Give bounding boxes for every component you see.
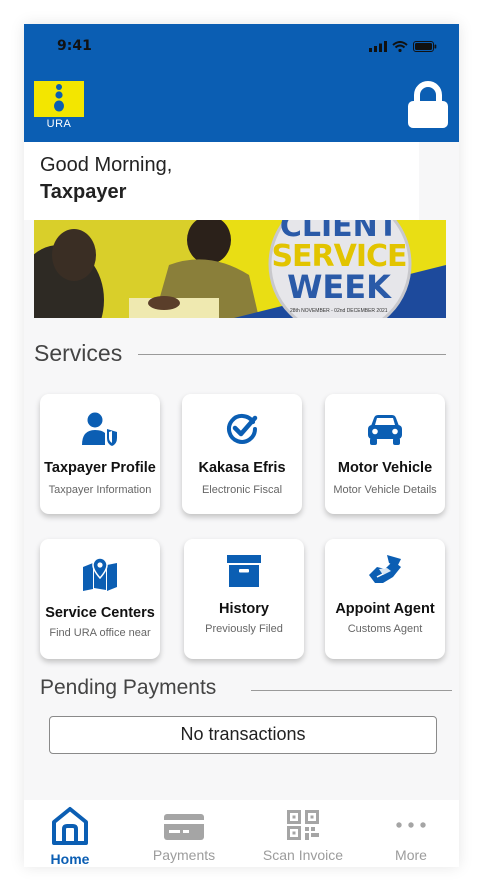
wifi-icon [392,41,408,52]
service-label: History [219,601,269,617]
status-time: 9:41 [57,38,92,54]
service-label: Service Centers [45,605,155,621]
service-service-centers[interactable]: Service Centers Find URA office near [40,539,160,659]
greeting-card: Good Morning, Taxpayer [24,142,419,220]
service-taxpayer-profile[interactable]: Taxpayer Profile Taxpayer Information [40,394,160,514]
app-screen: 9:41 URA Good Morning, Taxpayer CLIENT S… [24,24,459,867]
user-name: Taxpayer [40,181,127,203]
service-sub: Find URA office near [49,627,151,639]
logo-mark-icon [54,84,64,112]
service-label: Motor Vehicle [337,460,433,476]
pending-divider [251,690,452,691]
lock-icon [408,81,448,128]
service-sub: Previously Filed [205,623,283,635]
lock-button[interactable] [407,81,449,134]
greeting-text: Good Morning, [40,154,173,176]
service-appoint-agent[interactable]: Appoint Agent Customs Agent [325,539,445,659]
promo-banner[interactable]: CLIENT SERVICE WEEK 28th NOVEMBER - 02nd… [34,220,446,318]
service-motor-vehicle[interactable]: Motor Vehicle Motor Vehicle Details [325,394,445,514]
service-sub: Customs Agent [347,623,423,635]
credit-card-icon [134,814,234,840]
ura-logo: URA [34,81,84,131]
qr-code-icon [253,810,353,840]
check-circle-icon [182,412,302,446]
tab-more[interactable]: More [361,800,459,867]
map-pin-icon [40,557,160,591]
service-sub: Motor Vehicle Details [333,484,437,496]
status-bar: 9:41 [24,24,459,69]
service-sub: Taxpayer Information [48,484,152,496]
user-shield-icon [40,412,160,446]
tab-label: Home [50,851,90,867]
pending-payments-title: Pending Payments [40,676,217,699]
service-history[interactable]: History Previously Filed [184,539,304,659]
tab-home[interactable]: Home [24,800,120,867]
banner-headline: CLIENT SERVICE WEEK [264,220,414,306]
handshake-icon [325,555,445,587]
archive-box-icon [184,555,304,587]
services-title: Services [34,340,123,366]
service-label: Kakasa Efris [198,460,286,476]
logo-text: URA [34,117,84,131]
car-icon [325,414,445,446]
tab-scan-invoice[interactable]: Scan Invoice [253,800,353,867]
home-icon [24,806,120,846]
no-transactions-box: No transactions [49,716,437,754]
tab-payments[interactable]: Payments [134,800,234,867]
battery-icon [413,41,437,52]
more-dots-icon [361,822,459,828]
service-label: Taxpayer Profile [44,460,156,476]
service-kakasa-efris[interactable]: Kakasa Efris Electronic Fiscal [182,394,302,514]
bottom-tab-bar: Home Payments Scan Invoice More [24,800,459,867]
tab-label: More [395,847,427,863]
status-icons [369,41,437,52]
banner-date: 28th NOVEMBER - 02nd DECEMBER 2021 [290,308,388,314]
app-header: URA [24,69,459,142]
signal-icon [369,41,387,52]
service-label: Appoint Agent [335,601,435,617]
service-sub: Electronic Fiscal [201,484,283,496]
banner-line-3: WEEK [287,268,391,306]
tab-label: Scan Invoice [262,847,344,863]
services-divider [138,354,446,355]
tab-label: Payments [152,847,216,863]
